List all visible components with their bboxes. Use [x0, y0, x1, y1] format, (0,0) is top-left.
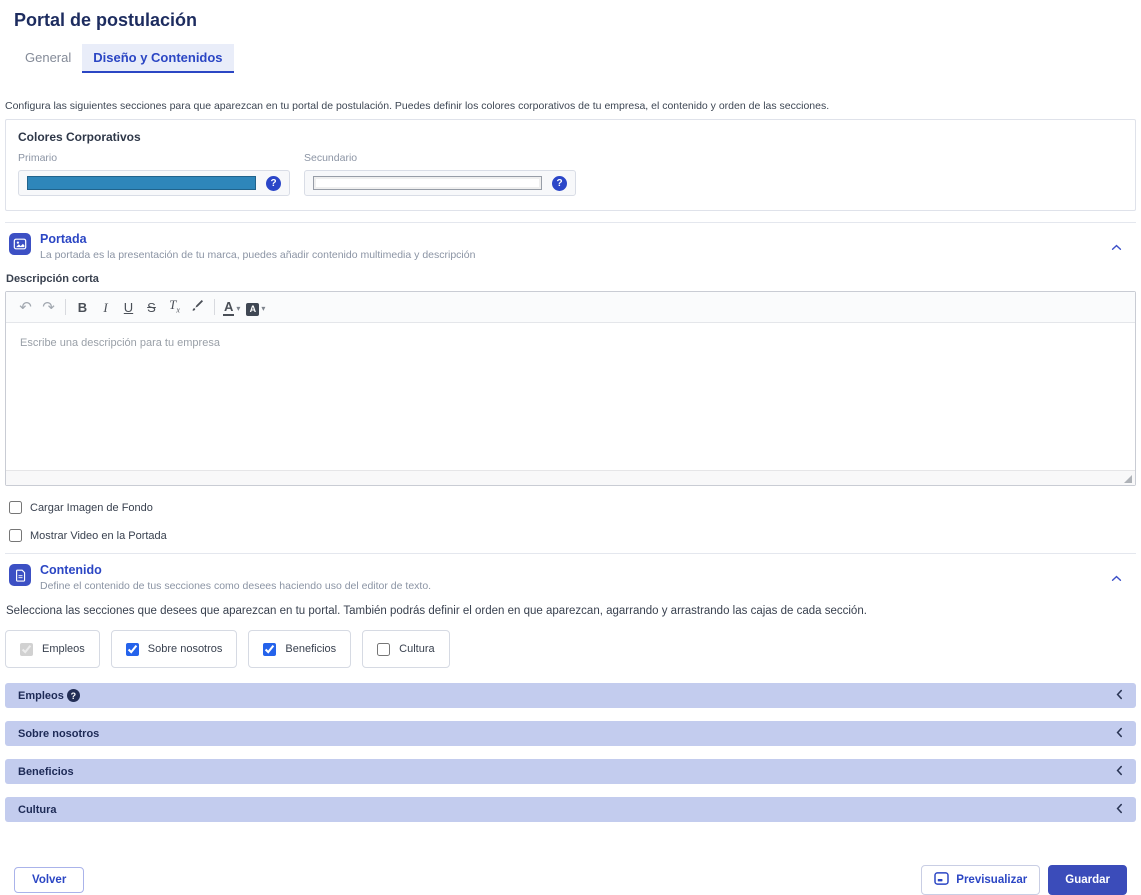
portada-subtitle: La portada es la presentación de tu marc…: [40, 249, 1102, 261]
portada-title: Portada: [40, 232, 1102, 246]
redo-icon[interactable]: ↷: [37, 293, 60, 322]
editor-toolbar: ↶ ↷ B I U S Tx A▾ A▾: [6, 292, 1135, 323]
rich-text-editor: ↶ ↷ B I U S Tx A▾ A▾ Escribe una descrip…: [5, 291, 1136, 486]
chevron-left-icon[interactable]: [1116, 765, 1123, 779]
chevron-up-icon[interactable]: [1111, 238, 1122, 256]
contenido-title: Contenido: [40, 563, 1102, 577]
cultura-checkbox[interactable]: [377, 643, 390, 656]
cover-image-icon: [9, 233, 31, 255]
contenido-titles: Contenido Define el contenido de tus sec…: [40, 563, 1102, 592]
portada-section: Portada La portada es la presentación de…: [5, 222, 1136, 542]
help-icon[interactable]: ?: [266, 176, 281, 191]
color-columns: Primario ? Secundario ?: [18, 152, 1123, 196]
italic-button[interactable]: I: [94, 293, 117, 322]
primary-color-picker[interactable]: ?: [18, 170, 290, 196]
tab-bar: General Diseño y Contenidos: [14, 44, 1136, 73]
secondary-color-label: Secundario: [304, 152, 576, 164]
dropdown-caret-icon: ▾: [261, 304, 265, 313]
primary-color-swatch[interactable]: [27, 176, 256, 190]
empleos-checkbox[interactable]: [20, 643, 33, 656]
intro-text: Configura las siguientes secciones para …: [5, 100, 1136, 112]
section-accordions: Empleos ? Sobre nosotros Beneficios: [5, 683, 1136, 822]
option-label: Empleos: [42, 643, 85, 655]
page-title: Portal de postulación: [14, 10, 1136, 31]
tab-diseno-contenidos[interactable]: Diseño y Contenidos: [82, 44, 233, 73]
portada-titles: Portada La portada es la presentación de…: [40, 232, 1102, 261]
background-image-checkbox-row[interactable]: Cargar Imagen de Fondo: [9, 501, 1136, 514]
resize-grip-icon[interactable]: [1124, 475, 1132, 483]
footer-right-buttons: Previsualizar Guardar: [921, 865, 1127, 895]
accordion-sobre-nosotros[interactable]: Sobre nosotros: [5, 721, 1136, 746]
short-description-label: Descripción corta: [6, 273, 1136, 285]
accordion-empleos[interactable]: Empleos ?: [5, 683, 1136, 708]
toolbar-divider: [65, 299, 66, 315]
underline-button[interactable]: U: [117, 293, 140, 322]
option-label: Cultura: [399, 643, 434, 655]
primary-color-column: Primario ?: [18, 152, 290, 196]
option-label: Sobre nosotros: [148, 643, 223, 655]
help-icon[interactable]: ?: [67, 689, 80, 702]
format-painter-icon[interactable]: [186, 293, 209, 322]
bold-button[interactable]: B: [71, 293, 94, 322]
section-option-cultura[interactable]: Cultura: [362, 630, 449, 668]
remove-format-x: x: [176, 305, 180, 314]
option-label: Beneficios: [285, 643, 336, 655]
contenido-section: Contenido Define el contenido de tus sec…: [5, 553, 1136, 822]
toolbar-divider: [214, 299, 215, 315]
dropdown-caret-icon: ▾: [236, 304, 240, 313]
primary-color-label: Primario: [18, 152, 290, 164]
chevron-up-icon[interactable]: [1111, 569, 1122, 587]
accordion-label: Beneficios: [18, 766, 74, 778]
preview-button-label: Previsualizar: [956, 874, 1027, 886]
show-video-checkbox-row[interactable]: Mostrar Video en la Portada: [9, 529, 1136, 542]
sobre-nosotros-checkbox[interactable]: [126, 643, 139, 656]
document-icon: [9, 564, 31, 586]
sections-instructions: Selecciona las secciones que desees que …: [6, 605, 1136, 617]
editor-status-bar: [6, 470, 1135, 485]
accordion-label: Cultura: [18, 804, 57, 816]
section-option-beneficios[interactable]: Beneficios: [248, 630, 351, 668]
undo-icon[interactable]: ↶: [14, 293, 37, 322]
portal-settings-page: Portal de postulación General Diseño y C…: [0, 0, 1141, 895]
chevron-left-icon[interactable]: [1116, 689, 1123, 703]
accordion-label: Sobre nosotros: [18, 728, 99, 740]
portada-header[interactable]: Portada La portada es la presentación de…: [5, 232, 1136, 261]
font-color-button[interactable]: A▾: [220, 292, 243, 323]
preview-button[interactable]: Previsualizar: [921, 865, 1040, 895]
corporate-colors-card: Colores Corporativos Primario ? Secundar…: [5, 119, 1136, 211]
help-icon[interactable]: ?: [552, 176, 567, 191]
secondary-color-picker[interactable]: ?: [304, 170, 576, 196]
strikethrough-button[interactable]: S: [140, 293, 163, 322]
back-button[interactable]: Volver: [14, 867, 84, 893]
background-color-button[interactable]: A▾: [243, 292, 268, 323]
save-button[interactable]: Guardar: [1048, 865, 1127, 895]
secondary-color-column: Secundario ?: [304, 152, 576, 196]
contenido-subtitle: Define el contenido de tus secciones com…: [40, 580, 1102, 592]
font-color-letter: A: [223, 299, 234, 316]
background-image-checkbox-label: Cargar Imagen de Fondo: [30, 502, 153, 514]
remove-format-button[interactable]: Tx: [163, 290, 186, 325]
tab-general[interactable]: General: [14, 44, 82, 73]
footer-actions: Volver Previsualizar Guardar: [14, 865, 1127, 895]
corporate-colors-title: Colores Corporativos: [18, 130, 1123, 144]
section-option-sobre-nosotros[interactable]: Sobre nosotros: [111, 630, 238, 668]
accordion-label: Empleos: [18, 690, 64, 702]
chevron-left-icon[interactable]: [1116, 803, 1123, 817]
show-video-checkbox[interactable]: [9, 529, 22, 542]
show-video-checkbox-label: Mostrar Video en la Portada: [30, 530, 167, 542]
background-image-checkbox[interactable]: [9, 501, 22, 514]
background-color-letter: A: [246, 303, 259, 316]
editor-content-area[interactable]: Escribe una descripción para tu empresa: [6, 323, 1135, 470]
section-options-row: Empleos Sobre nosotros Beneficios Cultur…: [5, 630, 1136, 668]
beneficios-checkbox[interactable]: [263, 643, 276, 656]
contenido-header[interactable]: Contenido Define el contenido de tus sec…: [5, 563, 1136, 592]
accordion-cultura[interactable]: Cultura: [5, 797, 1136, 822]
preview-icon: [934, 872, 949, 888]
accordion-beneficios[interactable]: Beneficios: [5, 759, 1136, 784]
chevron-left-icon[interactable]: [1116, 727, 1123, 741]
section-option-empleos[interactable]: Empleos: [5, 630, 100, 668]
secondary-color-swatch[interactable]: [313, 176, 542, 190]
